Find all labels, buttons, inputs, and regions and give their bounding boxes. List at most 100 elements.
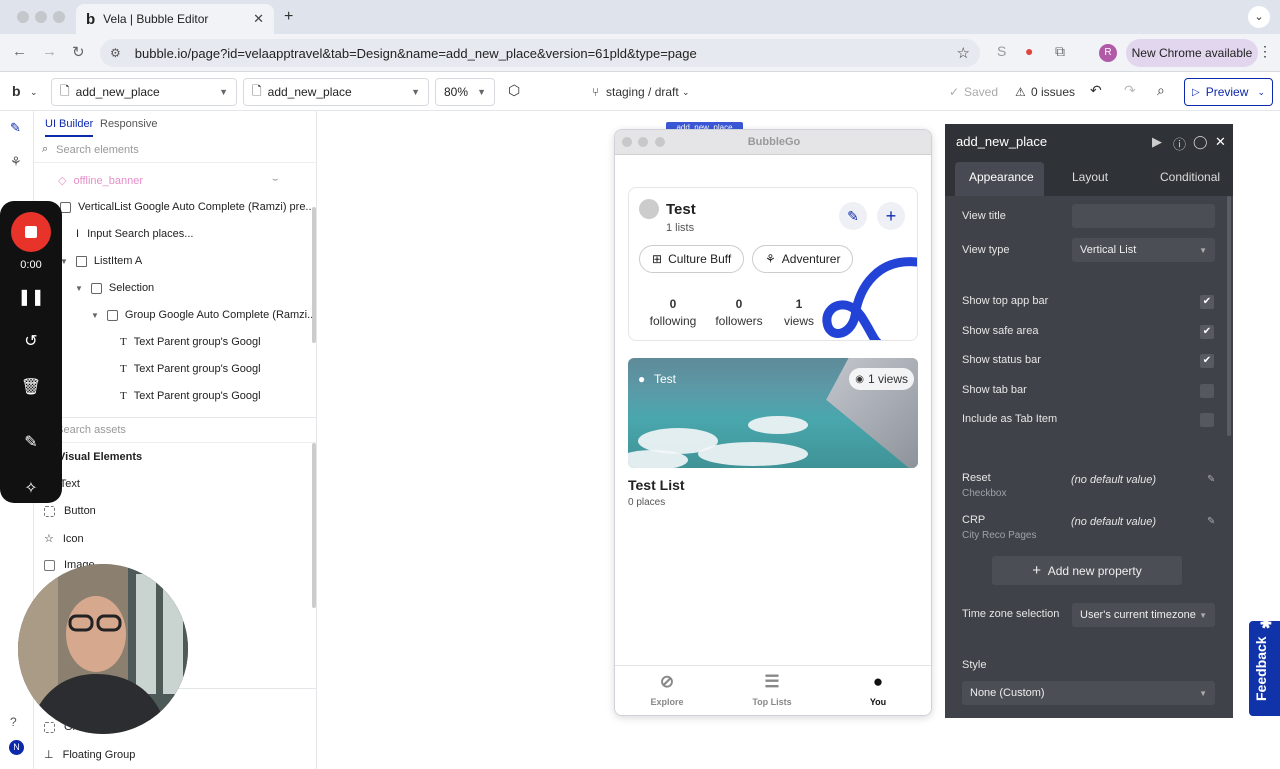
notification-n-icon[interactable]: N [9,740,24,755]
tree-item[interactable]: VerticalList Google Auto Complete (Ramzi… [60,201,315,213]
window-minimize-button[interactable] [35,11,47,23]
workflow-icon[interactable]: ⚘ [10,154,22,170]
tree-item[interactable]: T Text Parent group's Googl [120,363,261,375]
tab-you[interactable]: ● You [843,672,913,707]
profile-card[interactable]: Test 1 lists ✎ + ⊞ Culture Buff ⚘ Advent… [628,187,918,341]
redo-icon[interactable]: ↷ [1124,82,1136,99]
stat-value: 0 [669,297,677,311]
cube-icon[interactable]: ⬡ [508,82,520,99]
edit-pencil-icon[interactable]: ✎ [1207,516,1215,527]
visual-elements-heading: Visual Elements [58,451,143,463]
chrome-menu-icon[interactable]: ⋮ [1258,43,1272,60]
extension-red-icon[interactable]: ● [1025,43,1033,59]
reload-icon[interactable]: ↻ [72,43,85,61]
new-chrome-available-button[interactable]: New Chrome available [1126,39,1258,67]
visual-element-icon[interactable]: ☆ Icon [44,532,84,546]
draw-pencil-icon[interactable]: ✎ [0,432,62,452]
tree-item[interactable]: ▼ Selection [75,282,154,294]
issues-link[interactable]: 0 issues [1031,85,1075,99]
window-close-button[interactable] [17,11,29,23]
search-elements-input[interactable]: ⌕ Search elements [34,137,317,163]
tree-item[interactable]: I Input Search places... [76,228,193,240]
edit-pencil-icon[interactable]: ✎ [1207,474,1215,485]
style-dropdown[interactable]: None (Custom) ▼ [962,681,1215,705]
list-card-image[interactable]: ● Test ◉ 1 views [628,358,918,468]
window-zoom-button[interactable] [53,11,65,23]
show-tab-bar-checkbox[interactable] [1200,384,1214,398]
forward-icon[interactable]: → [42,43,57,60]
back-icon[interactable]: ← [12,43,27,60]
crp-property-label: CRP [962,514,986,526]
address-bar[interactable]: ⚙ bubble.io/page?id=velaapptravel&tab=De… [100,39,980,67]
logo-menu-chevron-icon[interactable]: ⌄ [30,87,38,98]
bookmark-star-icon[interactable]: ☆ [957,44,970,62]
tab-appearance[interactable]: Appearance [969,170,1034,184]
add-icon[interactable]: + [877,202,905,230]
webcam-bubble[interactable] [18,564,188,734]
tree-item[interactable]: ▼ Group Google Auto Complete (Ramzi... [91,309,316,321]
hidden-eye-icon[interactable]: ⌣ [272,174,279,185]
effects-icon[interactable]: ✧ [0,478,62,498]
bubble-logo-icon[interactable]: b [12,83,21,99]
extension-s-icon[interactable]: S [997,43,1006,59]
browser-tab[interactable]: b Vela | Bubble Editor ✕ [76,4,274,34]
close-icon[interactable]: ✕ [1215,134,1226,150]
tree-scrollbar[interactable] [312,207,316,343]
profile-avatar[interactable]: R [1099,44,1117,62]
tab-explore[interactable]: ⊘ Explore [632,672,702,707]
show-status-bar-checkbox[interactable]: ✔ [1200,354,1214,368]
expand-triangle-icon[interactable]: ▼ [91,311,99,320]
view-type-dropdown[interactable]: Vertical List ▼ [1072,238,1215,262]
info-icon[interactable]: ⓘ [1173,134,1186,153]
view-title-input[interactable] [1072,204,1215,228]
extensions-puzzle-icon[interactable]: ⧉ [1055,43,1065,60]
tree-item[interactable]: ▼ ListItem A [60,255,142,267]
design-pencil-icon[interactable]: ✎ [10,120,21,136]
feedback-tab[interactable]: ✱ Feedback [1249,617,1280,716]
help-icon[interactable]: ? [10,715,17,729]
pause-icon[interactable]: ❚❚ [0,287,62,307]
visual-element-button[interactable]: Button [44,505,96,517]
tab-conditional[interactable]: Conditional [1160,170,1220,184]
trash-icon[interactable]: 🗑 [0,377,62,397]
comment-icon[interactable]: ◯ [1193,134,1208,150]
search-assets-input[interactable]: ⌕ Search assets [34,417,317,443]
close-tab-icon[interactable]: ✕ [253,11,264,27]
mobile-page-preview[interactable]: BubbleGo Test 1 lists ✎ + ⊞ Culture Buff… [614,129,932,716]
search-icon[interactable]: ⌕ [1157,82,1165,99]
page-select-dropdown[interactable]: 🗋 add_new_place ▼ [51,78,237,106]
tree-item[interactable]: T Text Parent group's Googl [120,390,261,402]
chip-culture-buff[interactable]: ⊞ Culture Buff [639,245,745,273]
element-select-dropdown[interactable]: 🗋 add_new_place ▼ [243,78,429,106]
include-as-tab-item-checkbox[interactable] [1200,413,1214,427]
play-icon[interactable]: ▶ [1152,134,1162,150]
restart-icon[interactable]: ↺ [0,331,62,351]
tree-item[interactable]: ◇ offline_banner [58,174,143,188]
tab-search-chevron-icon[interactable]: ⌄ [1248,6,1270,28]
tab-layout[interactable]: Layout [1072,170,1108,184]
undo-icon[interactable]: ↶ [1090,82,1102,99]
site-info-icon[interactable]: ⚙ [110,46,121,60]
stop-recording-button[interactable] [11,212,51,252]
assets-scrollbar[interactable] [312,443,316,608]
add-new-property-button[interactable]: + Add new property [992,556,1182,585]
show-top-app-bar-checkbox[interactable]: ✔ [1200,295,1214,309]
edit-profile-icon[interactable]: ✎ [839,202,867,230]
tab-top-lists[interactable]: ☰ Top Lists [737,672,807,707]
expand-triangle-icon[interactable]: ▼ [75,284,83,293]
visual-element-floating-group[interactable]: ⊥ Floating Group [44,748,135,762]
branch-selector[interactable]: staging / draft [606,85,679,99]
show-safe-area-checkbox[interactable]: ✔ [1200,325,1214,339]
new-tab-icon[interactable]: + [284,8,293,26]
timezone-dropdown[interactable]: User's current timezone ▼ [1072,603,1215,627]
tab-responsive[interactable]: Responsive [100,118,157,130]
chevron-down-icon[interactable]: ⌄ [682,87,690,98]
zoom-dropdown[interactable]: 80% ▼ [435,78,495,106]
tree-item[interactable]: T Text Parent group's Googl [120,336,261,348]
property-panel-scrollbar[interactable] [1227,196,1231,436]
tab-ui-builder[interactable]: UI Builder [45,118,94,137]
preview-button[interactable]: ▷ Preview ⌄ [1184,78,1273,106]
tree-item-label: Text Parent group's Googl [133,336,261,348]
reset-default-value[interactable]: (no default value) [1071,474,1156,486]
crp-default-value[interactable]: (no default value) [1071,516,1156,528]
